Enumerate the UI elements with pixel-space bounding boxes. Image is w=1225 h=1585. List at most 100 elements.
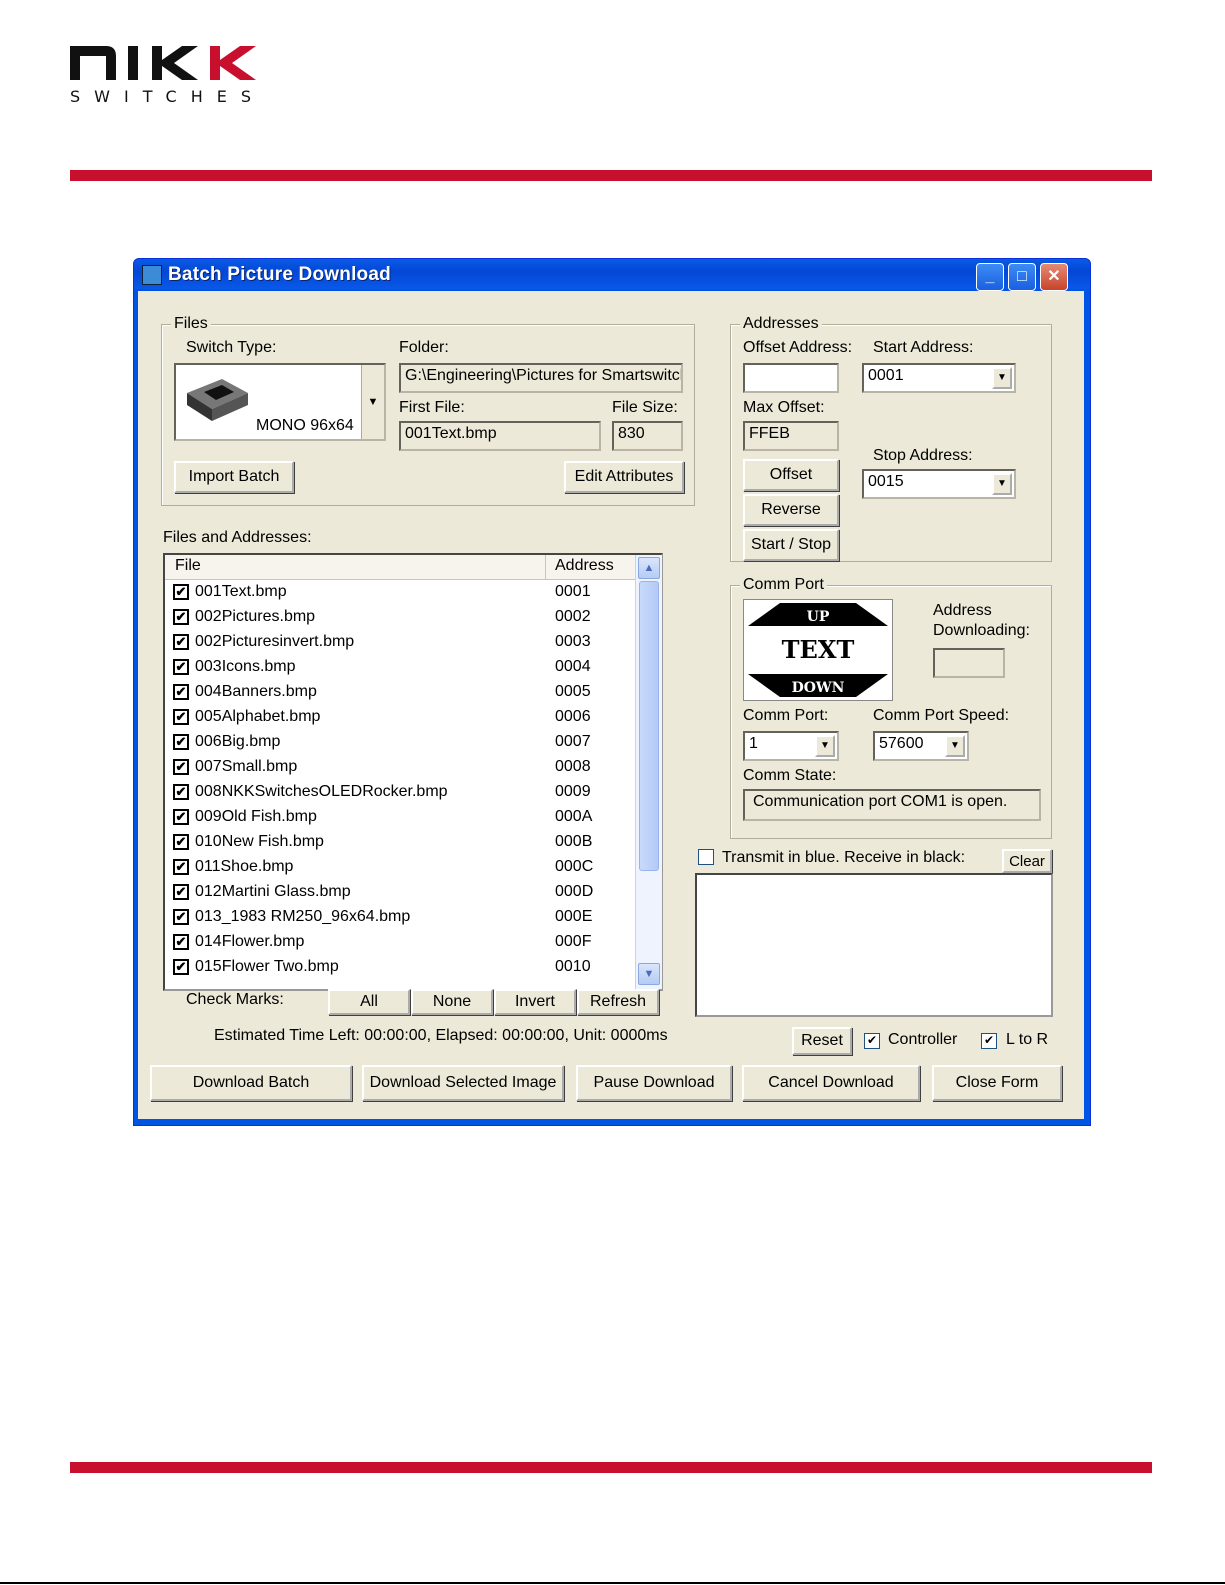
row-address: 000B [555,833,593,850]
stop-address-label: Stop Address: [873,447,973,464]
reverse-button[interactable]: Reverse [743,494,839,526]
col-address-header[interactable]: Address [555,557,614,575]
row-checkbox[interactable]: ✔ [173,884,189,900]
max-offset-field[interactable]: FFEB [743,421,839,451]
folder-field[interactable]: G:\Engineering\Pictures for Smartswitch [399,363,683,393]
row-checkbox[interactable]: ✔ [173,734,189,750]
table-row[interactable]: ✔ 012Martini Glass.bmp 000D [165,880,635,905]
import-batch-button[interactable]: Import Batch [174,461,294,493]
close-form-button[interactable]: Close Form [932,1065,1062,1101]
comm-speed-dropdown-icon[interactable]: ▼ [945,735,965,757]
offset-address-input[interactable] [743,363,839,393]
row-file-name: 003Icons.bmp [195,658,296,675]
table-row[interactable]: ✔ 006Big.bmp 0007 [165,730,635,755]
table-row[interactable]: ✔ 007Small.bmp 0008 [165,755,635,780]
switch-dropdown-icon[interactable]: ▼ [361,365,384,439]
file-size-field[interactable]: 830 [612,421,683,451]
first-file-field[interactable]: 001Text.bmp [399,421,601,451]
transmit-log[interactable] [695,873,1053,1017]
cancel-download-button[interactable]: Cancel Download [742,1065,920,1101]
refresh-button[interactable]: Refresh [577,989,659,1015]
stop-address-dropdown-icon[interactable]: ▼ [992,473,1012,495]
ltor-checkbox[interactable]: ✔ [981,1033,997,1049]
table-row[interactable]: ✔ 004Banners.bmp 0005 [165,680,635,705]
comm-port-label: Comm Port: [743,707,829,724]
table-row[interactable]: ✔ 001Text.bmp 0001 [165,580,635,605]
ltor-label: L to R [1006,1031,1049,1048]
row-checkbox[interactable]: ✔ [173,659,189,675]
stop-address-select[interactable]: 0015 ▼ [862,469,1016,499]
table-row[interactable]: ✔ 002Pictures.bmp 0002 [165,605,635,630]
files-list[interactable]: File Address ✔ 001Text.bmp 0001 ✔ 002Picture… [163,553,663,991]
logo-subtitle: SWITCHES [70,87,265,106]
row-checkbox[interactable]: ✔ [173,909,189,925]
comm-port-select[interactable]: 1 ▼ [743,731,839,761]
minimize-button[interactable]: _ [976,263,1004,291]
table-row[interactable]: ✔ 005Alphabet.bmp 0006 [165,705,635,730]
table-row[interactable]: ✔ 010New Fish.bmp 000B [165,830,635,855]
edit-attributes-button[interactable]: Edit Attributes [564,461,684,493]
pause-download-button[interactable]: Pause Download [576,1065,732,1101]
controller-checkbox[interactable]: ✔ [864,1033,880,1049]
invert-button[interactable]: Invert [494,989,576,1015]
title-bar[interactable]: Batch Picture Download _ □ ✕ [134,259,1090,291]
scroll-thumb[interactable] [639,581,659,871]
table-row[interactable]: ✔ 003Icons.bmp 0004 [165,655,635,680]
row-checkbox[interactable]: ✔ [173,609,189,625]
start-address-select[interactable]: 0001 ▼ [862,363,1016,393]
maximize-button[interactable]: □ [1008,263,1036,291]
table-row[interactable]: ✔ 015Flower Two.bmp 0010 [165,955,635,980]
row-address: 0006 [555,708,591,725]
col-file-header[interactable]: File [175,557,201,575]
offset-button[interactable]: Offset [743,459,839,491]
preview-text-label: TEXT [782,635,855,664]
clear-button[interactable]: Clear [1002,849,1052,873]
row-checkbox[interactable]: ✔ [173,759,189,775]
row-address: 000A [555,808,593,825]
reset-button[interactable]: Reset [792,1027,852,1055]
scroll-down-icon[interactable]: ▼ [638,963,660,985]
page-bottom-line [0,1582,1225,1584]
row-address: 0009 [555,783,591,800]
download-batch-button[interactable]: Download Batch [150,1065,352,1101]
list-scrollbar[interactable]: ▲ ▼ [635,555,662,989]
row-address: 000E [555,908,593,925]
table-row[interactable]: ✔ 002Picturesinvert.bmp 0003 [165,630,635,655]
row-checkbox[interactable]: ✔ [173,934,189,950]
row-checkbox[interactable]: ✔ [173,809,189,825]
row-file-name: 002Picturesinvert.bmp [195,633,355,650]
row-address: 0007 [555,733,591,750]
table-row[interactable]: ✔ 008NKKSwitchesOLEDRocker.bmp 0009 [165,780,635,805]
row-checkbox[interactable]: ✔ [173,684,189,700]
transmit-checkbox[interactable] [698,849,714,865]
table-row[interactable]: ✔ 013_1983 RM250_96x64.bmp 000E [165,905,635,930]
row-file-name: 002Pictures.bmp [195,608,316,625]
row-checkbox[interactable]: ✔ [173,784,189,800]
table-row[interactable]: ✔ 011Shoe.bmp 000C [165,855,635,880]
scroll-up-icon[interactable]: ▲ [638,557,660,579]
comm-port-dropdown-icon[interactable]: ▼ [815,735,835,757]
row-checkbox[interactable]: ✔ [173,959,189,975]
row-checkbox[interactable]: ✔ [173,859,189,875]
comm-speed-label: Comm Port Speed: [873,707,1010,724]
row-checkbox[interactable]: ✔ [173,634,189,650]
window-title: Batch Picture Download [168,264,391,285]
switch-type-select[interactable]: MONO 96x64 ▼ [174,363,386,441]
row-checkbox[interactable]: ✔ [173,584,189,600]
start-address-dropdown-icon[interactable]: ▼ [992,367,1012,389]
check-none-button[interactable]: None [411,989,493,1015]
row-checkbox[interactable]: ✔ [173,834,189,850]
check-all-button[interactable]: All [328,989,410,1015]
start-stop-button[interactable]: Start / Stop [743,529,839,561]
check-marks-label: Check Marks: [186,991,284,1008]
table-row[interactable]: ✔ 014Flower.bmp 000F [165,930,635,955]
table-row[interactable]: ✔ 009Old Fish.bmp 000A [165,805,635,830]
address-downloading-field [933,648,1005,678]
row-address: 0001 [555,583,591,600]
row-file-name: 010New Fish.bmp [195,833,324,850]
row-checkbox[interactable]: ✔ [173,709,189,725]
address-downloading-label: Address Downloading: [933,602,1030,639]
download-selected-button[interactable]: Download Selected Image [362,1065,564,1101]
comm-speed-select[interactable]: 57600 ▼ [873,731,969,761]
close-button[interactable]: ✕ [1040,263,1068,291]
